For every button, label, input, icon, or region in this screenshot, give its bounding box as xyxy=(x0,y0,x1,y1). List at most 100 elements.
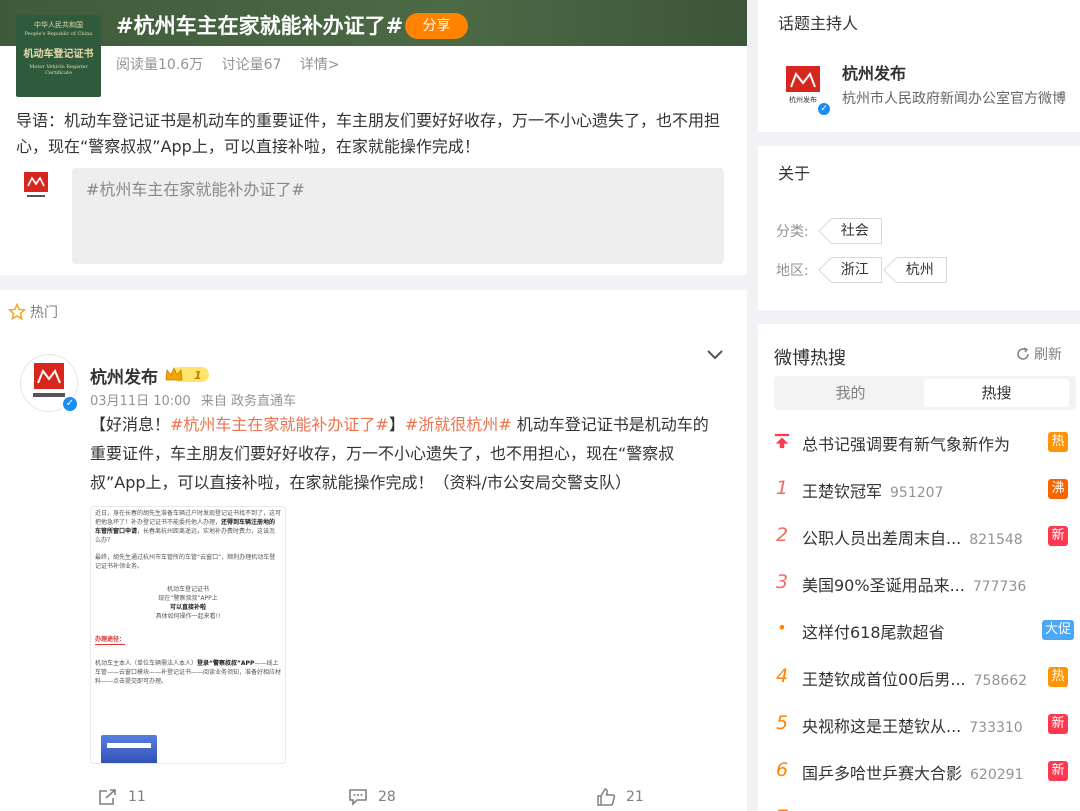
region-chip[interactable]: 杭州 xyxy=(895,257,947,283)
hot-rank: 1 xyxy=(775,477,789,499)
refresh-button[interactable]: 刷新 xyxy=(1016,344,1062,364)
section-hot-label: 热门 xyxy=(30,305,58,321)
hashtag-link[interactable]: #杭州车主在家就能补办证了# xyxy=(170,415,389,434)
hot-search-text: 王楚钦冠军 951207 xyxy=(802,478,943,502)
cover-text: 机动车登记证书 xyxy=(23,49,94,60)
hangzhou-logo-icon xyxy=(24,172,48,197)
hashtag-link[interactable]: #浙就很杭州# xyxy=(405,415,512,434)
cover-text: People's Republic of China xyxy=(24,31,93,37)
hot-search-title: 美国90%圣诞用品来... xyxy=(802,576,965,595)
vip-crown-icon[interactable]: 1 xyxy=(164,366,210,383)
hot-search-item[interactable]: • 这样付618尾款超省 大促 xyxy=(758,608,1080,655)
hot-search-count: 758662 xyxy=(973,673,1028,689)
repost-button[interactable]: 11 xyxy=(98,788,146,806)
image-text: 机动车登记证书 xyxy=(166,586,209,593)
comment-icon xyxy=(349,789,367,806)
like-count: 21 xyxy=(626,789,644,805)
read-count: 阅读量10.6万 xyxy=(116,57,204,73)
hot-search-title: 这样付618尾款超省 xyxy=(802,623,945,642)
cover-text: 中华人民共和国 xyxy=(34,21,83,29)
chip-label: 社会 xyxy=(840,223,869,239)
hot-rank: 5 xyxy=(775,712,789,734)
comment-button[interactable]: 28 xyxy=(348,788,396,806)
tab-hot[interactable]: 热搜 xyxy=(924,379,1069,407)
region-row: 地区: 浙江 杭州 xyxy=(776,257,947,283)
hot-search-item[interactable]: 7 应该传说视声565063 xyxy=(758,796,1080,811)
topic-header-card: 中华人民共和国 People's Republic of China 机动车登记… xyxy=(0,0,747,275)
hot-search-title: 国乒多哈世乒赛大合影 xyxy=(802,764,963,783)
image-text: 登录“警察叔叔”APP xyxy=(197,660,255,667)
hot-search-item[interactable]: 5 央视称这是王楚钦从... 733310 新 xyxy=(758,702,1080,749)
tab-mine[interactable]: 我的 xyxy=(778,379,923,407)
hot-search-item[interactable]: 4 王楚钦成首位00后男... 758662 热 xyxy=(758,655,1080,702)
hot-search-item[interactable]: 1 王楚钦冠军 951207 沸 xyxy=(758,467,1080,514)
region-chip[interactable]: 浙江 xyxy=(830,257,882,283)
about-card-title: 关于 xyxy=(778,164,811,183)
share-button[interactable]: 分享 xyxy=(405,13,468,39)
hangzhou-logo-icon[interactable]: 杭州发布 xyxy=(784,66,822,104)
star-icon xyxy=(8,303,26,321)
topic-cover-image: 中华人民共和国 People's Republic of China 机动车登记… xyxy=(16,15,101,97)
hot-rank: 4 xyxy=(775,665,789,687)
refresh-label: 刷新 xyxy=(1034,347,1062,363)
post-source: 来自 政务直通车 xyxy=(200,394,296,409)
verified-icon: ✓ xyxy=(61,395,79,413)
post-date[interactable]: 03月11日 10:00 xyxy=(90,394,191,409)
hot-rank: 7 xyxy=(774,806,790,811)
avatar[interactable]: ✓ xyxy=(20,354,79,413)
host-name[interactable]: 杭州发布 xyxy=(842,60,906,84)
post-actions: 11 28 21 xyxy=(0,788,747,811)
hot-search-text: 央视称这是王楚钦从... 733310 xyxy=(802,713,1023,737)
host-card-title: 话题主持人 xyxy=(778,14,859,33)
status-badge: 热 xyxy=(1048,667,1068,687)
chip-label: 浙江 xyxy=(840,262,869,278)
hot-search-text: 公职人员出差周末自... 821548 xyxy=(802,525,1023,549)
post-text: 【好消息！#杭州车主在家就能补办证了#】#浙就很杭州# 机动车登记证书是机动车的… xyxy=(90,410,720,497)
verified-icon: ✓ xyxy=(816,101,832,117)
topic-quote-box[interactable]: #杭州车主在家就能补办证了# xyxy=(72,168,724,264)
image-text: 可以直接补啦 xyxy=(169,604,206,611)
hot-rank: 3 xyxy=(775,571,789,593)
status-badge: 沸 xyxy=(1048,479,1068,499)
category-chip[interactable]: 社会 xyxy=(830,218,882,244)
hot-search-title: 公职人员出差周末自... xyxy=(802,529,962,548)
image-text: 办理途径： xyxy=(95,636,126,645)
topic-host-card: 话题主持人 杭州发布 ✓ 杭州发布 杭州市人民政府新闻办公室官方微博 xyxy=(758,0,1080,132)
post-text-part: 【好消息！ xyxy=(90,415,171,434)
hot-search-item[interactable]: 2 公职人员出差周末自... 821548 新 xyxy=(758,514,1080,561)
hot-search-text: 国乒多哈世乒赛大合影 620291 xyxy=(802,760,1023,784)
host-description: 杭州市人民政府新闻办公室官方微博 xyxy=(842,91,1066,107)
post-meta: 03月11日 10:00 来自 政务直通车 xyxy=(90,390,302,409)
hot-search-text: 总书记强调要有新气象新作为 xyxy=(802,431,1010,455)
hot-search-title: 王楚钦冠军 xyxy=(802,482,883,501)
status-badge: 大促 xyxy=(1042,620,1075,640)
status-badge: 新 xyxy=(1048,761,1068,781)
like-button[interactable]: 21 xyxy=(596,788,644,806)
hot-search-tabs: 我的 热搜 xyxy=(774,376,1076,410)
hot-search-title: 王楚钦成首位00后男... xyxy=(802,670,966,689)
logo-caption: 杭州发布 xyxy=(789,95,817,104)
comment-count: 28 xyxy=(378,789,396,805)
repost-count: 11 xyxy=(128,789,146,805)
hot-search-item[interactable]: 3 美国90%圣诞用品来... 777736 xyxy=(758,561,1080,608)
hot-rank: 2 xyxy=(775,524,789,546)
discussion-count: 讨论量67 xyxy=(221,57,282,73)
chevron-down-icon[interactable] xyxy=(706,348,724,362)
hot-search-item[interactable]: 总书记强调要有新气象新作为 热 xyxy=(758,420,1080,467)
image-text: 现在“警察叔叔”APP上 xyxy=(158,595,218,602)
hot-rank: • xyxy=(777,618,787,637)
hot-search-count: 821548 xyxy=(969,532,1023,548)
repost-icon xyxy=(99,789,116,805)
chip-label: 杭州 xyxy=(905,262,934,278)
like-icon xyxy=(597,788,616,806)
details-link[interactable]: 详情> xyxy=(300,57,340,73)
image-text: 最终，胡先生通过杭州市车管所的车管“云窗口”，顺利办理机动车登记证书补领业务。 xyxy=(95,554,276,570)
hot-search-title: 央视称这是王楚钦从... xyxy=(802,717,962,736)
post-image[interactable]: 近日，身在长春的胡先生准备车辆过户时发现登记证书找不到了，这可把他急坏了！补办登… xyxy=(90,506,286,764)
status-badge: 热 xyxy=(1048,432,1068,452)
hot-search-title: 总书记强调要有新气象新作为 xyxy=(802,435,1011,454)
post-author[interactable]: 杭州发布 xyxy=(90,363,158,388)
hot-search-item[interactable]: 6 国乒多哈世乒赛大合影 620291 新 xyxy=(758,749,1080,796)
status-badge: 新 xyxy=(1048,526,1068,546)
hot-search-text: 应该传说视声565063 xyxy=(802,807,959,811)
